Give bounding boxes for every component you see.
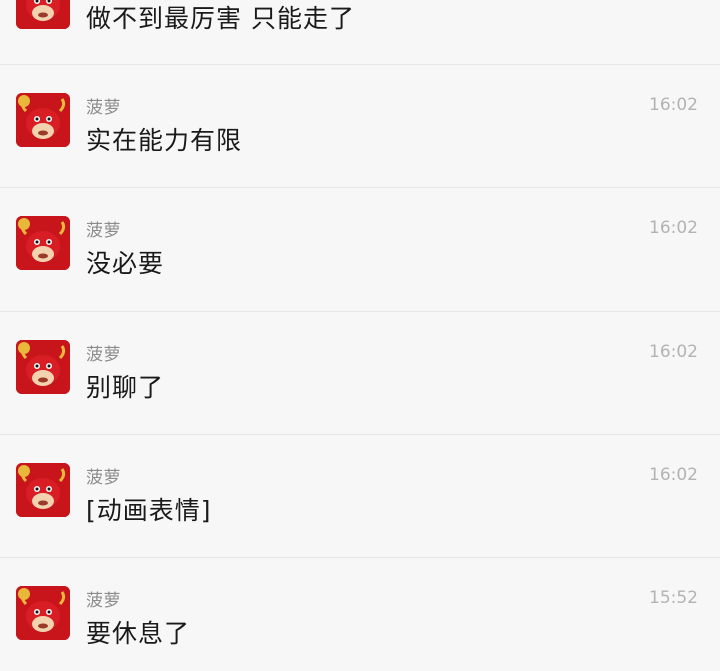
avatar[interactable] [16,0,70,29]
message-time: 15:52 [649,588,698,608]
message-row[interactable]: 菠萝 15:52 要休息了 [0,557,720,671]
message-text: 要休息了 [86,619,191,648]
message-text: 没必要 [86,249,165,278]
message-text: 别聊了 [86,373,165,402]
message-time: 16:02 [649,218,698,238]
avatar[interactable] [16,93,70,147]
sender-name: 菠萝 [86,98,121,118]
message-list: 做不到最厉害 只能走了 菠萝 16:02 实在能力有限 菠萝 16:02 没必要… [0,0,720,671]
red-cow-mascot-icon [16,586,70,640]
red-cow-mascot-icon [16,463,70,517]
sender-name: 菠萝 [86,591,121,611]
message-text: [动画表情] [86,496,212,525]
avatar[interactable] [16,216,70,270]
sender-name: 菠萝 [86,221,121,241]
message-row[interactable]: 菠萝 16:02 [动画表情] [0,434,720,557]
avatar[interactable] [16,586,70,640]
message-time: 16:02 [649,465,698,485]
red-cow-mascot-icon [16,0,70,29]
message-time: 16:02 [649,342,698,362]
red-cow-mascot-icon [16,93,70,147]
message-row[interactable]: 菠萝 16:02 别聊了 [0,311,720,434]
message-row[interactable]: 菠萝 16:02 没必要 [0,187,720,310]
sender-name: 菠萝 [86,468,121,488]
message-time: 16:02 [649,95,698,115]
message-row[interactable]: 做不到最厉害 只能走了 [0,0,720,40]
avatar[interactable] [16,340,70,394]
red-cow-mascot-icon [16,216,70,270]
message-text: 实在能力有限 [86,126,243,155]
avatar[interactable] [16,463,70,517]
sender-name: 菠萝 [86,345,121,365]
message-row[interactable]: 菠萝 16:02 实在能力有限 [0,64,720,187]
red-cow-mascot-icon [16,340,70,394]
message-text: 做不到最厉害 只能走了 [86,4,355,33]
